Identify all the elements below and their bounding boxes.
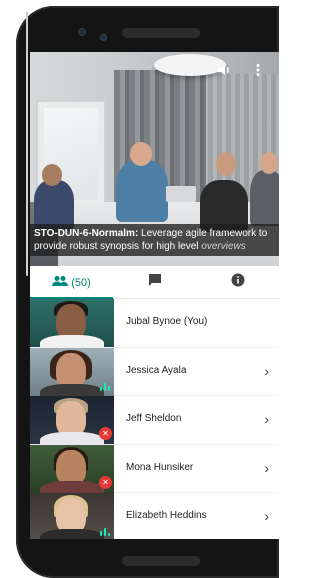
participant-video [30, 493, 114, 539]
earpiece [122, 28, 200, 38]
main-video[interactable]: STO-DUN-6-Normalm: Leverage agile framew… [30, 52, 279, 266]
tab-people[interactable]: (50) [30, 266, 113, 299]
people-count: (50) [71, 276, 91, 289]
chevron-right-icon[interactable]: › [264, 508, 269, 524]
participant-row[interactable]: Elizabeth Heddins › [30, 493, 279, 539]
chat-icon [148, 273, 162, 292]
participant-video [30, 347, 114, 396]
participant-list: Jubal Bynoe (You) Jessica Ayala › ✕ Jeff [30, 299, 279, 539]
tab-chat[interactable] [113, 266, 196, 299]
speaking-indicator [100, 382, 110, 391]
caption-speaker: STO-DUN-6-Normalm: [34, 228, 139, 239]
chevron-right-icon[interactable]: › [264, 363, 269, 379]
app-screen: STO-DUN-6-Normalm: Leverage agile framew… [30, 52, 279, 539]
participant-row[interactable]: ✕ Jeff Sheldon › [30, 396, 279, 445]
speaking-indicator [100, 528, 110, 536]
participant-name: Jeff Sheldon [126, 413, 182, 424]
people-icon [52, 274, 69, 292]
caption-emphasis: overviews [201, 241, 246, 252]
live-caption: STO-DUN-6-Normalm: Leverage agile framew… [30, 224, 279, 256]
mic-off-icon: ✕ [99, 427, 112, 440]
volume-icon[interactable] [216, 62, 232, 78]
participant-video: ✕ [30, 396, 114, 444]
front-sensor [78, 28, 86, 36]
tab-info[interactable] [196, 266, 279, 299]
participant-video: ✕ [30, 444, 114, 493]
participant-name: Jubal Bynoe (You) [126, 316, 208, 327]
chevron-right-icon[interactable]: › [264, 460, 269, 476]
info-icon [231, 273, 245, 292]
participant-name: Jessica Ayala [126, 364, 187, 376]
participant-name: Elizabeth Heddins [126, 510, 207, 521]
bottom-speaker [122, 556, 200, 566]
front-camera [100, 34, 107, 41]
chevron-right-icon[interactable]: › [264, 411, 269, 427]
mic-off-icon: ✕ [99, 475, 112, 489]
participant-row[interactable]: Jubal Bynoe (You) [30, 299, 279, 348]
participant-row[interactable]: Jessica Ayala › [30, 347, 279, 396]
participant-name: Mona Hunsiker [126, 461, 194, 473]
participant-row[interactable]: ✕ Mona Hunsiker › [30, 444, 279, 493]
participant-video [30, 299, 114, 347]
phone-side-edge [26, 11, 28, 276]
tab-bar: (50) [30, 266, 279, 299]
more-vert-icon[interactable] [250, 62, 266, 78]
